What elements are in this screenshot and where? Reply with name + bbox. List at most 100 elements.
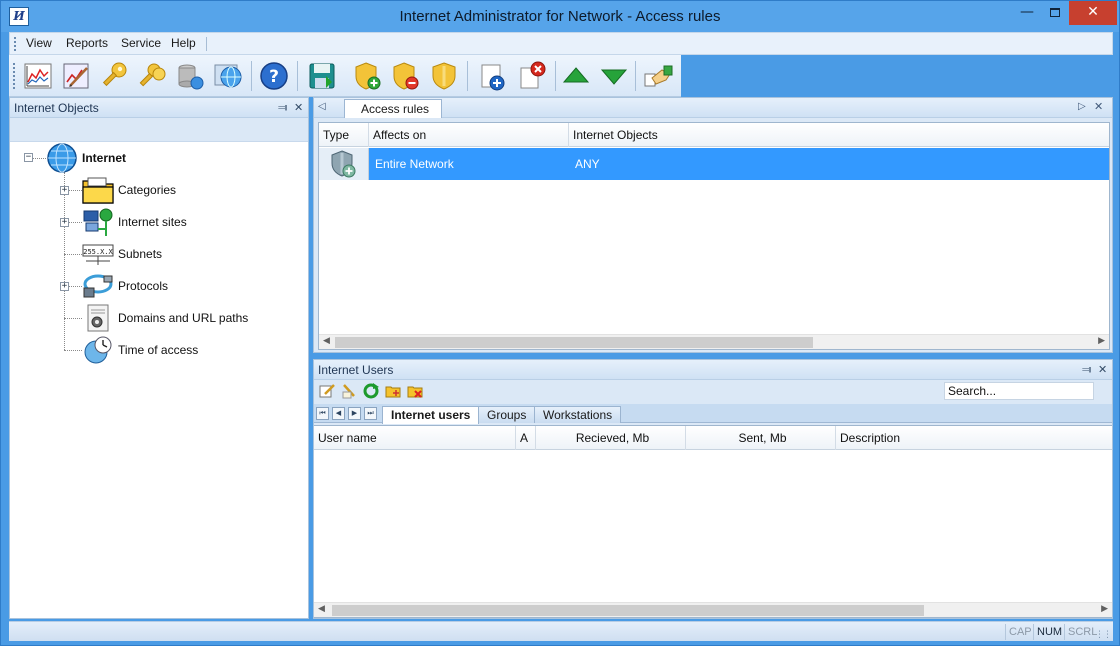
close-pane-icon[interactable]: ✕ [294,101,303,114]
status-bar: CAP NUM SCRL ⋮⋮ [9,621,1113,641]
menu-bar: View Reports Service Help [9,32,1113,55]
tree-collapse-toggle[interactable]: − [24,153,33,162]
toolbar-separator [467,61,468,91]
delete-document-button[interactable] [515,59,549,93]
toolbar-separator [251,61,252,91]
database-globe-button[interactable] [173,59,207,93]
column-a[interactable]: A [516,426,536,450]
delete-group-button[interactable] [406,382,424,400]
table-row[interactable]: Entire Network ANY [319,148,1109,180]
tab-groups[interactable]: Groups [478,406,536,423]
keys-button[interactable] [135,59,169,93]
internet-users-title: Internet Users [318,363,394,377]
tree-expand-toggle[interactable]: + [60,186,69,195]
new-document-button[interactable] [475,59,509,93]
tree-node-protocols[interactable]: Protocols [82,271,168,301]
edit-property-button[interactable] [340,382,358,400]
toolbar-separator [555,61,556,91]
next-page-icon[interactable]: ▶ [348,407,361,420]
column-affects-on[interactable]: Affects on [369,123,569,147]
search-input[interactable]: Search... [944,382,1094,400]
scrollbar-thumb[interactable] [332,605,924,616]
first-page-icon[interactable]: ⏮ [316,407,329,420]
scrollbar-thumb[interactable] [335,337,813,348]
scroll-left-icon[interactable]: ◀ [318,604,325,614]
help-button[interactable]: ? [257,59,291,93]
move-down-button[interactable] [597,59,631,93]
title-bar[interactable]: И Internet Administrator for Network - A… [1,1,1119,32]
scroll-right-icon[interactable]: ▶ [1098,336,1105,346]
close-tab-icon[interactable]: ✕ [1094,100,1103,113]
tree-expand-toggle[interactable]: + [60,282,69,291]
close-button[interactable]: ✕ [1069,1,1117,25]
tree-label-time-of-access: Time of access [118,343,199,357]
tab-access-rules[interactable]: Access rules [344,99,443,118]
tab-workstations[interactable]: Workstations [534,406,622,423]
traffic-chart-icon [24,63,52,89]
shield-button[interactable] [427,59,461,93]
save-button[interactable] [305,59,339,93]
minimize-button[interactable]: — [1013,1,1041,25]
column-internet-objects[interactable]: Internet Objects [569,123,1109,147]
tree-toolbar-strip [10,118,308,142]
shield-remove-icon [393,62,419,90]
shield-add-icon [355,62,381,90]
tree-node-categories[interactable]: Categories [82,175,176,205]
edit-user-button[interactable] [318,382,336,400]
folder-delete-icon [407,386,423,398]
tree-node-internet-sites[interactable]: Internet sites [82,207,187,237]
resize-grip-icon[interactable]: ⋮⋮ [1095,631,1112,640]
report-edit-button[interactable] [59,59,93,93]
refresh-button[interactable] [362,382,380,400]
tree-node-domains[interactable]: Domains and URL paths [82,303,248,333]
shield-add-button[interactable] [351,59,385,93]
pin-icon[interactable]: ⫥ [1082,363,1092,377]
key-icon [102,62,127,87]
column-received[interactable]: Recieved, Mb [536,426,686,450]
pin-icon[interactable]: ⫥ [278,101,288,115]
menu-reports[interactable]: Reports [66,36,108,50]
tree-node-internet[interactable]: Internet [46,143,126,173]
key-button[interactable] [97,59,131,93]
tree-node-subnets[interactable]: 255.X.X Subnets [82,239,162,269]
tree-expand-toggle[interactable]: + [60,218,69,227]
internet-objects-title: Internet Objects [14,101,99,115]
new-document-icon [481,64,505,91]
tree-connector [64,172,65,350]
handshake-button[interactable] [641,59,675,93]
internet-users-header: Internet Users ⫥ ✕ [314,360,1112,380]
horizontal-scrollbar[interactable]: ◀ ▶ [314,602,1112,617]
move-up-button[interactable] [559,59,593,93]
network-globe-button[interactable] [211,59,245,93]
access-rules-header: Type Affects on Internet Objects [319,123,1109,147]
horizontal-scrollbar[interactable]: ◀ ▶ [319,334,1109,349]
column-user-name[interactable]: User name [314,426,516,450]
previous-page-icon[interactable]: ◀ [332,407,345,420]
last-page-icon[interactable]: ⏭ [364,407,377,420]
close-pane-icon[interactable]: ✕ [1098,363,1107,376]
users-tab-strip: ⏮ ◀ ▶ ⏭ Internet users Groups Workstatio… [314,404,1112,424]
menu-view[interactable]: View [26,36,52,50]
toolbar-grip[interactable] [13,63,15,89]
menu-help[interactable]: Help [171,36,196,50]
traffic-chart-button[interactable] [21,59,55,93]
scroll-left-icon[interactable]: ◀ [323,336,330,346]
tab-scroll-left-icon[interactable]: ◁ [318,101,326,112]
column-sent[interactable]: Sent, Mb [686,426,836,450]
menu-grip[interactable] [14,37,16,51]
move-up-icon [562,67,590,83]
menu-service[interactable]: Service [121,36,161,50]
maximize-button[interactable] [1041,1,1069,25]
tab-scroll-right-icon[interactable]: ▷ [1078,101,1086,112]
column-type[interactable]: Type [319,123,369,147]
add-group-button[interactable] [384,382,402,400]
tab-internet-users[interactable]: Internet users [382,406,480,424]
tree-label-internet-sites: Internet sites [118,215,187,229]
tree-node-time-of-access[interactable]: Time of access [82,335,198,365]
move-down-icon [600,69,628,85]
shield-remove-button[interactable] [389,59,423,93]
scroll-right-icon[interactable]: ▶ [1101,604,1108,614]
column-description[interactable]: Description [836,426,1110,450]
report-edit-icon [63,63,89,89]
tree-label-domains: Domains and URL paths [118,311,249,325]
